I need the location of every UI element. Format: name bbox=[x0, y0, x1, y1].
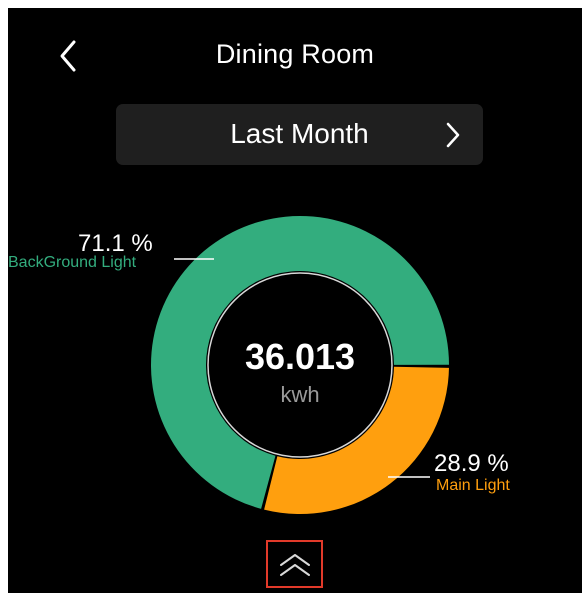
background-light-label: BackGround Light bbox=[8, 254, 137, 271]
main-light-label: Main Light bbox=[436, 477, 510, 494]
donut-svg bbox=[151, 215, 449, 514]
phone-screen: Dining Room Last Month 36.013 kwh 71.1 %… bbox=[8, 8, 582, 593]
collapse-button[interactable] bbox=[266, 540, 323, 588]
total-energy-unit: kwh bbox=[280, 382, 320, 407]
total-energy-value: 36.013 bbox=[244, 336, 356, 377]
main-light-percent: 28.9 % bbox=[434, 450, 509, 477]
energy-donut-chart: 36.013 kwh 71.1 % BackGround Light 28.9 … bbox=[8, 8, 582, 593]
double-chevron-up-icon bbox=[280, 554, 310, 576]
